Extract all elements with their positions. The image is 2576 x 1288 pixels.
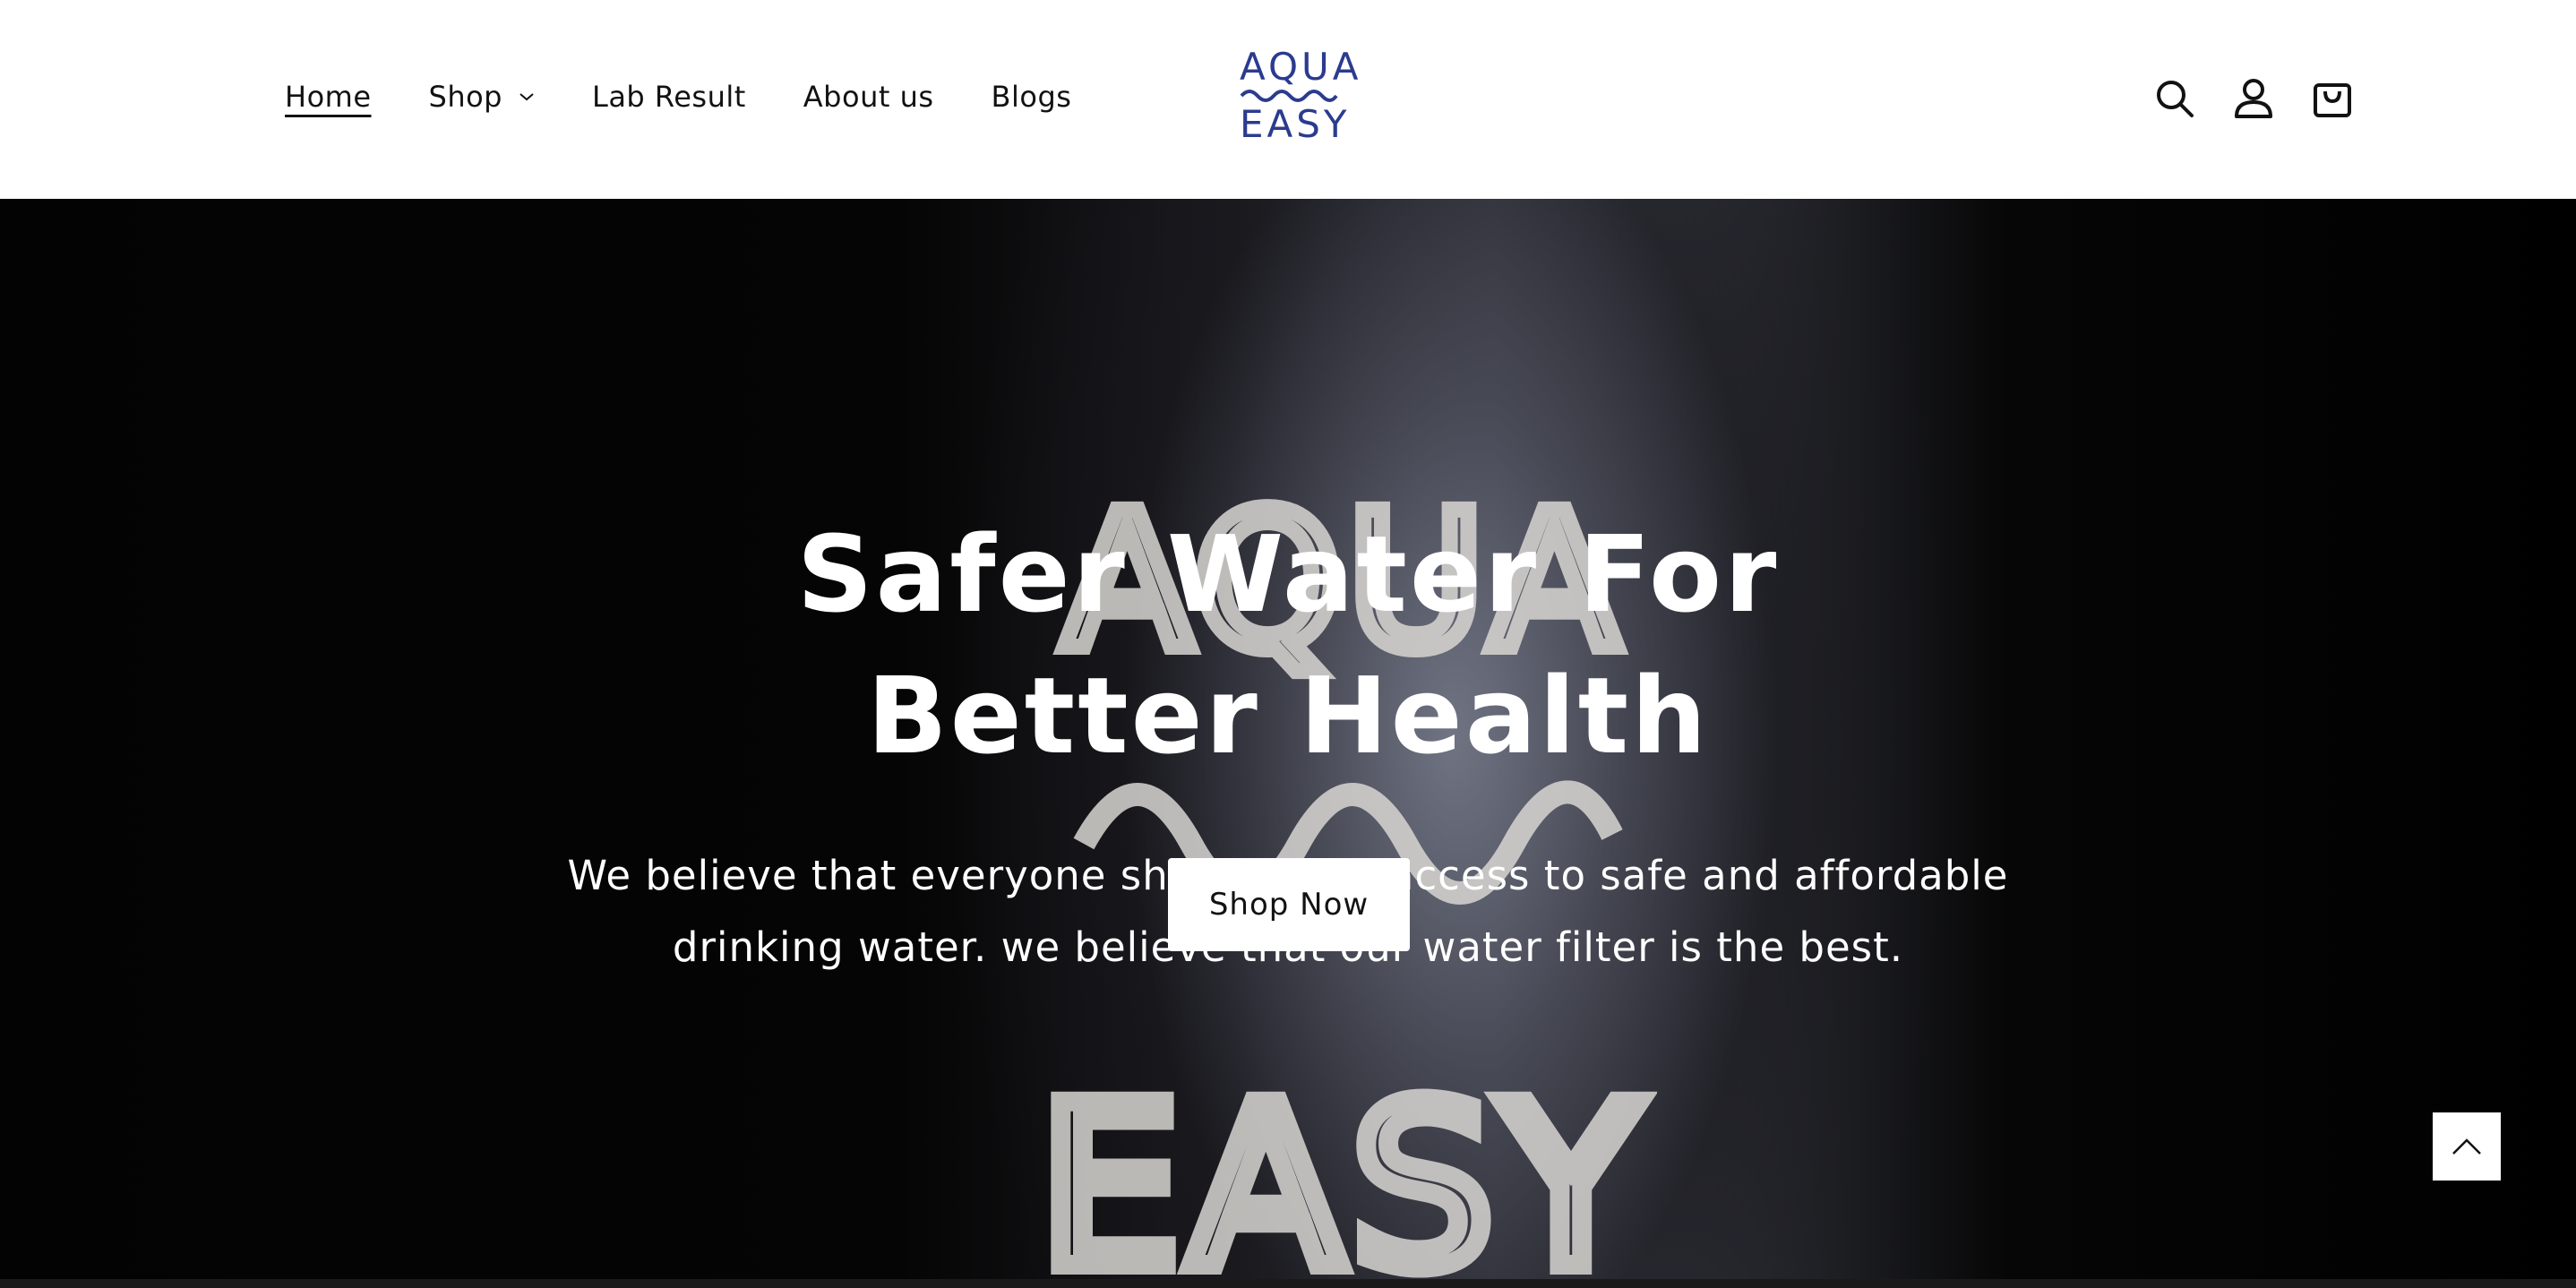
account-icon[interactable] bbox=[2228, 73, 2279, 124]
nav-lab-result-label: Lab Result bbox=[591, 80, 746, 114]
logo-line-1: AQUA bbox=[1240, 45, 1362, 89]
chevron-up-icon bbox=[2452, 1138, 2481, 1155]
nav-shop-label: Shop bbox=[428, 80, 502, 114]
logo-line-2: EASY bbox=[1240, 102, 1351, 146]
shop-now-button[interactable]: Shop Now bbox=[1168, 858, 1410, 951]
nav-item-about-us[interactable]: About us bbox=[803, 74, 934, 119]
cart-icon[interactable] bbox=[2307, 73, 2357, 124]
nav-home-label: Home bbox=[285, 80, 372, 114]
main-nav: Home Shop Lab Result About us Blogs bbox=[285, 74, 1129, 119]
search-icon[interactable] bbox=[2150, 73, 2200, 124]
chevron-down-icon bbox=[519, 91, 535, 102]
svg-text:EASY: EASY bbox=[1039, 1057, 1648, 1288]
header-icons bbox=[2150, 73, 2357, 124]
nav-about-us-label: About us bbox=[803, 80, 934, 114]
nav-item-blogs[interactable]: Blogs bbox=[992, 74, 1072, 119]
nav-item-lab-result[interactable]: Lab Result bbox=[592, 74, 746, 119]
site-header: Home Shop Lab Result About us Blogs AQUA… bbox=[0, 0, 2576, 199]
nav-item-shop[interactable]: Shop bbox=[429, 74, 535, 119]
scroll-to-top-button[interactable] bbox=[2433, 1112, 2501, 1181]
site-logo[interactable]: AQUA EASY bbox=[1240, 45, 1362, 149]
hero-title: Safer Water For Better Health bbox=[796, 512, 1780, 777]
page-bottom-edge bbox=[0, 1279, 2576, 1288]
nav-blogs-label: Blogs bbox=[991, 80, 1072, 114]
nav-item-home[interactable]: Home bbox=[285, 74, 372, 119]
hero-banner: AQUA EASY Safer Water For Better Health … bbox=[0, 199, 2576, 1288]
